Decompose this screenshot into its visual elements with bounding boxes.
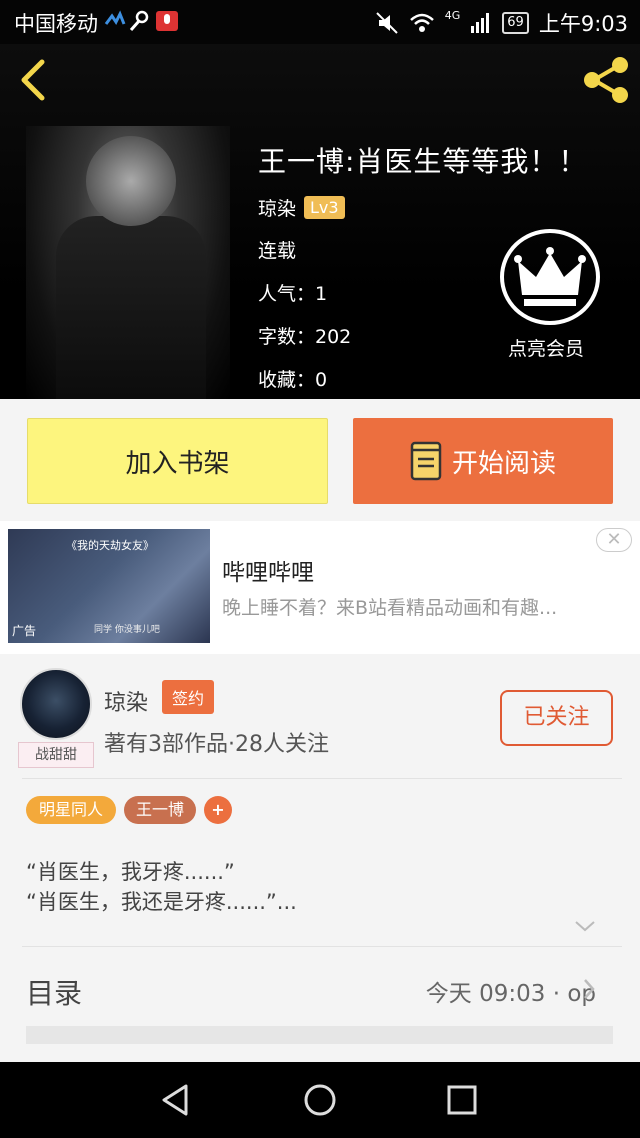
- avatar-tag: 战甜甜: [18, 742, 94, 768]
- signed-badge: 签约: [162, 680, 215, 714]
- book-author[interactable]: 琼染: [258, 194, 296, 221]
- signal-icon: [471, 13, 490, 33]
- nav-back-icon[interactable]: [158, 1082, 194, 1118]
- start-reading-button[interactable]: 开始阅读: [353, 418, 613, 504]
- status-right: 4G 69 上午9:03: [375, 8, 628, 38]
- placeholder-bar: [26, 1026, 613, 1044]
- author-section: 战甜甜 琼染 签约 著有3部作品·28人关注 已关注 明星同人 王一博 + “肖…: [0, 660, 640, 1060]
- close-icon: ✕: [606, 529, 622, 550]
- ad-image-subtitle: 同学 你没事儿吧: [94, 625, 160, 635]
- nav-recents-icon[interactable]: [444, 1082, 480, 1118]
- toc-latest-update[interactable]: 今天 09:03 · op: [426, 974, 596, 1008]
- book-favorites: 收藏：0: [258, 369, 328, 391]
- ad-badge: 广告: [12, 624, 37, 638]
- book-detail-page: 中国移动 4G 69 上午9:03 王一博:肖医生等等我！！ 琼染 Lv3 连载…: [0, 0, 640, 1138]
- book-wordcount: 字数：202: [258, 326, 352, 348]
- book-author-row: 琼染 Lv3: [258, 194, 345, 221]
- notification-icons: [104, 10, 184, 37]
- share-icon[interactable]: [580, 54, 632, 106]
- book-status: 连载: [258, 240, 297, 262]
- add-to-shelf-label: 加入书架: [125, 448, 230, 479]
- chevron-right-icon[interactable]: [582, 978, 596, 1000]
- intro-line-1: “肖医生，我牙疼......”: [26, 860, 235, 884]
- intro-line-2: “肖医生，我还是牙疼......”...: [26, 890, 297, 914]
- network-type: 4G: [444, 8, 461, 22]
- add-to-shelf-button[interactable]: 加入书架: [27, 418, 328, 504]
- clock: 上午9:03: [538, 12, 628, 36]
- status-bar: 中国移动 4G 69 上午9:03: [0, 0, 640, 44]
- mute-icon: [376, 12, 398, 34]
- back-arrow-icon[interactable]: [14, 56, 54, 104]
- avatar[interactable]: [20, 668, 92, 740]
- book-title: 王一博:肖医生等等我！！: [258, 145, 588, 178]
- tag-character[interactable]: 王一博: [124, 796, 196, 824]
- tag-genre[interactable]: 明星同人: [26, 796, 116, 824]
- cover-figure-body: [56, 216, 206, 399]
- chevron-down-icon[interactable]: [574, 920, 596, 932]
- ad-image-title: 《我的天劫女友》: [66, 539, 154, 552]
- toc-label[interactable]: 目录: [26, 972, 82, 1012]
- navigation-bar: [0, 1062, 640, 1138]
- ad-image[interactable]: 《我的天劫女友》 广告 同学 你没事儿吧: [8, 529, 210, 643]
- ad-description[interactable]: 晚上睡不着？来B站看精品动画和有趣...: [222, 593, 557, 620]
- carrier-label: 中国移动: [14, 12, 98, 36]
- add-tag-button[interactable]: +: [204, 796, 232, 824]
- battery-indicator: 69: [502, 12, 529, 34]
- action-bar: 加入书架 开始阅读: [0, 399, 640, 521]
- vip-button[interactable]: [500, 229, 600, 325]
- start-reading-label: 开始阅读: [451, 448, 556, 479]
- follow-button[interactable]: 已关注: [500, 690, 613, 746]
- level-badge: Lv3: [304, 196, 345, 219]
- crown-icon: [514, 247, 586, 306]
- cover-figure-head: [86, 136, 176, 226]
- notification-icons-svg: [104, 10, 178, 31]
- ad-close-button[interactable]: ✕: [596, 528, 632, 552]
- divider: [22, 778, 622, 779]
- book-popularity: 人气：1: [258, 283, 328, 305]
- author-name[interactable]: 琼染: [104, 685, 148, 717]
- wifi-icon: [409, 13, 434, 32]
- nav-home-icon[interactable]: [302, 1082, 338, 1118]
- vip-label[interactable]: 点亮会员: [508, 334, 584, 361]
- author-stats: 著有3部作品·28人关注: [104, 732, 329, 757]
- ad-title[interactable]: 哔哩哔哩: [222, 553, 314, 587]
- book-icon: [410, 441, 442, 481]
- ad-banner[interactable]: 《我的天劫女友》 广告 同学 你没事儿吧 哔哩哔哩 晚上睡不着？来B站看精品动画…: [0, 521, 640, 654]
- divider: [22, 946, 622, 947]
- book-cover-image[interactable]: [26, 126, 230, 399]
- book-header: 王一博:肖医生等等我！！ 琼染 Lv3 连载 人气：1 字数：202 收藏：0 …: [0, 44, 640, 399]
